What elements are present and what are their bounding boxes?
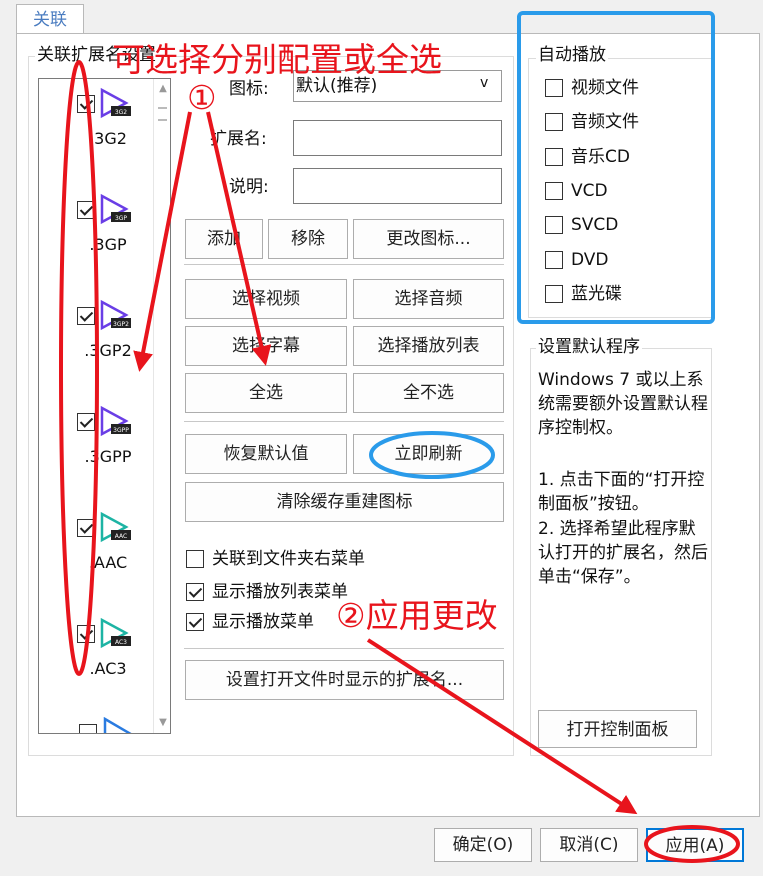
chevron-down-icon: v <box>480 75 489 91</box>
description-field[interactable] <box>293 168 502 204</box>
autoplay-title: 自动播放 <box>536 45 608 65</box>
annotation-step2: ②应用更改 <box>336 596 498 635</box>
file-badge-text: AAC <box>115 533 127 540</box>
file-badge-text: AC3 <box>115 639 127 646</box>
autoplay-option-label: 蓝光碟 <box>571 283 622 304</box>
select-none-button[interactable]: 全不选 <box>353 373 504 413</box>
file-extension-label: .3GP2 <box>84 341 132 360</box>
media-file-icon: AC3 <box>100 617 131 649</box>
file-checkbox-partial[interactable] <box>79 724 97 733</box>
cancel-button[interactable]: 取消(C) <box>540 828 638 862</box>
file-type-item[interactable]: 3GP .3GP <box>77 193 147 293</box>
default-program-title: 设置默认程序 <box>536 337 642 357</box>
file-type-item[interactable]: AAC .AAC <box>77 511 147 611</box>
separator-1 <box>184 264 504 265</box>
file-checkbox[interactable] <box>77 307 95 325</box>
option-play-menu-label: 显示播放菜单 <box>212 612 314 632</box>
autoplay-option-label: 视频文件 <box>571 78 639 98</box>
add-button[interactable]: 添加 <box>185 219 263 259</box>
file-badge-text: 3GPP <box>113 427 129 434</box>
option-folder-menu-label: 关联到文件夹右菜单 <box>212 549 365 569</box>
open-control-panel-button[interactable]: 打开控制面板 <box>538 710 697 748</box>
select-playlist-button[interactable]: 选择播放列表 <box>353 326 504 366</box>
restore-default-button[interactable]: 恢复默认值 <box>185 434 347 474</box>
autoplay-option-label: 音频文件 <box>571 112 639 133</box>
scroll-thumb[interactable] <box>158 107 167 121</box>
file-type-item[interactable]: 3GP2 .3GP2 <box>77 299 147 399</box>
file-type-item[interactable]: 3G2 .3G2 <box>77 87 147 187</box>
icon-label: 图标: <box>229 79 269 99</box>
autoplay-option-label: 音乐CD <box>571 146 630 167</box>
file-extension-label: .AAC <box>88 553 128 572</box>
file-checkbox[interactable] <box>77 95 95 113</box>
annotation-choose-text: 可选择分别配置或全选 <box>112 40 442 79</box>
file-type-list[interactable]: 3G2.3G2 3GP .3GP 3GP2.3GP2 3GPP .3GPP AAC .AAC A… <box>38 78 171 734</box>
change-icon-button[interactable]: 更改图标... <box>353 219 504 259</box>
file-badge-text: 3GP <box>115 215 127 222</box>
extension-field[interactable] <box>293 120 502 156</box>
default-program-text-1: Windows 7 或以上系统需要额外设置默认程序控制权。 <box>538 370 708 438</box>
media-file-icon: 3GPP <box>100 405 131 437</box>
description-label: 说明: <box>229 177 269 197</box>
file-checkbox[interactable] <box>77 201 95 219</box>
file-extension-label: .3G2 <box>89 129 127 148</box>
ok-button[interactable]: 确定(O) <box>434 828 532 862</box>
autoplay-option-label: VCD <box>571 180 608 201</box>
separator-2 <box>184 421 504 422</box>
autoplay-checkbox[interactable] <box>545 284 563 303</box>
select-audio-button[interactable]: 选择音频 <box>353 279 504 319</box>
file-type-item[interactable]: AC3 .AC3 <box>77 617 147 717</box>
file-checkbox[interactable] <box>77 519 95 537</box>
file-extension-label: .AC3 <box>89 659 127 678</box>
select-all-button[interactable]: 全选 <box>185 373 347 413</box>
video-file-icon <box>103 717 132 733</box>
scroll-up-icon[interactable]: ▲ <box>154 83 170 95</box>
file-checkbox[interactable] <box>77 413 95 431</box>
option-folder-menu-checkbox[interactable] <box>186 550 204 568</box>
remove-button[interactable]: 移除 <box>268 219 348 259</box>
select-video-button[interactable]: 选择视频 <box>185 279 347 319</box>
file-badge-text: 3GP2 <box>113 321 129 328</box>
option-playlist-menu-label: 显示播放列表菜单 <box>212 582 348 602</box>
autoplay-checkbox[interactable] <box>545 147 563 166</box>
media-file-icon: AAC <box>100 511 131 543</box>
autoplay-option-label: DVD <box>571 249 609 270</box>
autoplay-checkbox[interactable] <box>545 216 563 235</box>
media-file-icon: 3GP2 <box>100 299 131 331</box>
default-program-text-3: 2. 选择希望此程序默认打开的扩展名，然后单击“保存”。 <box>538 519 708 587</box>
select-subtitle-button[interactable]: 选择字幕 <box>185 326 347 366</box>
option-play-menu-checkbox[interactable] <box>186 613 204 631</box>
media-file-icon: 3G2 <box>100 87 131 119</box>
autoplay-checkbox[interactable] <box>545 79 563 97</box>
autoplay-checkbox[interactable] <box>545 181 563 200</box>
file-extension-label: .3GPP <box>84 447 132 466</box>
default-program-text-2: 1. 点击下面的“打开控制面板”按钮。 <box>538 470 705 514</box>
list-scrollbar[interactable]: ▲ ▼ <box>153 79 170 733</box>
option-playlist-menu-checkbox[interactable] <box>186 583 204 601</box>
annotation-step1: ① <box>187 78 217 117</box>
extension-label: 扩展名: <box>210 129 267 149</box>
scroll-down-icon[interactable]: ▼ <box>154 717 170 729</box>
separator-3 <box>184 648 504 649</box>
file-type-item[interactable]: 3GPP .3GPP <box>77 405 147 505</box>
autoplay-option-label: SVCD <box>571 215 619 236</box>
tab-association[interactable]: 关联 <box>16 4 84 36</box>
autoplay-checkbox[interactable] <box>545 250 563 269</box>
autoplay-checkbox[interactable] <box>545 113 563 132</box>
file-checkbox[interactable] <box>77 625 95 643</box>
clear-cache-button[interactable]: 清除缓存重建图标 <box>185 482 504 522</box>
file-badge-text: 3G2 <box>115 109 127 116</box>
apply-button[interactable]: 应用(A) <box>646 828 744 862</box>
media-file-icon: 3GP <box>100 193 131 225</box>
set-open-ext-button[interactable]: 设置打开文件时显示的扩展名... <box>185 660 504 700</box>
refresh-now-button[interactable]: 立即刷新 <box>353 434 504 474</box>
file-extension-label: .3GP <box>89 235 127 254</box>
